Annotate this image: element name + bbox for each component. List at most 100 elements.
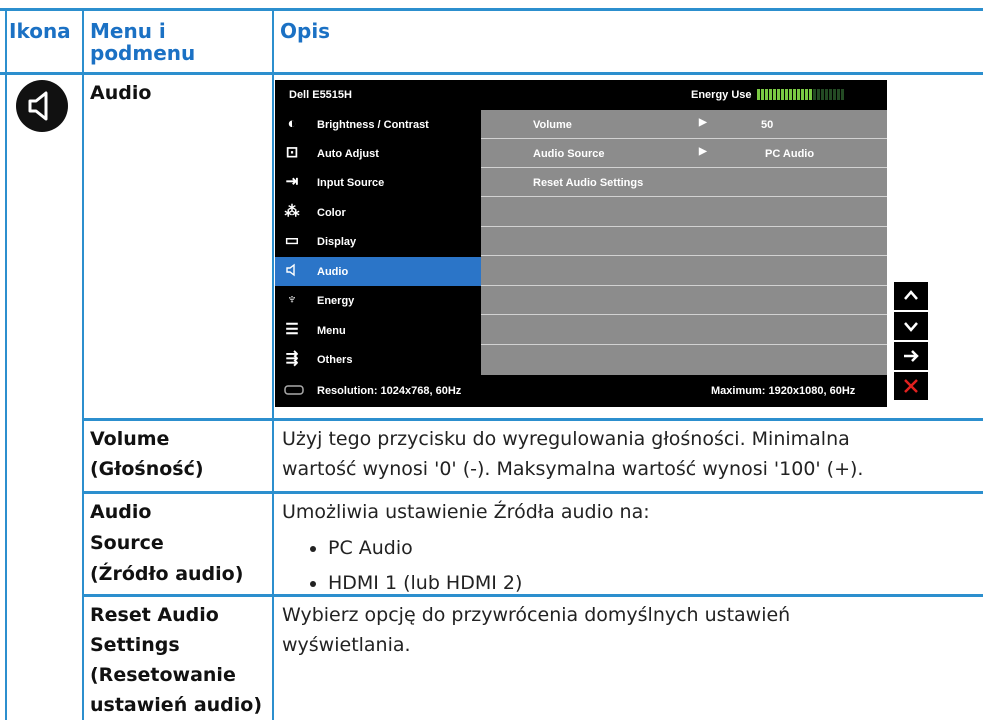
submenu-volume[interactable]: Volume ▶ 50	[481, 110, 887, 139]
energy-segment	[781, 89, 784, 100]
color-icon: ⁂	[284, 203, 300, 220]
audio-source-description: Umożliwia ustawienie Źródła audio na: PC…	[282, 497, 982, 601]
submenu-value: 50	[761, 119, 774, 131]
right-arrow-icon[interactable]	[894, 342, 928, 370]
energy-segment	[837, 89, 840, 100]
desc-line: Użyj tego przycisku do wyregulowania gło…	[282, 428, 850, 450]
energy-segment	[805, 89, 808, 100]
label-line: Volume	[90, 428, 170, 450]
table-border	[0, 72, 983, 75]
energy-segment	[817, 89, 820, 100]
menu-item-color[interactable]: ⁂ Color	[275, 198, 481, 227]
menu-icon: ☰	[285, 321, 299, 338]
table-border	[0, 8, 983, 11]
label-line: Reset Audio	[90, 604, 219, 626]
menu-item-energy[interactable]: ♆ Energy	[275, 286, 481, 315]
list-item: HDMI 1 (lub HDMI 2)	[328, 566, 982, 601]
osd-header: Dell E5515H Energy Use	[275, 80, 887, 110]
submenu-empty-row	[481, 345, 887, 373]
table-border	[82, 418, 983, 421]
resolution-text: Resolution: 1024x768, 60Hz	[317, 385, 462, 397]
label-line: (Głośność)	[90, 458, 204, 480]
energy-segment	[801, 89, 804, 100]
energy-segment	[813, 89, 816, 100]
speaker-icon	[16, 80, 68, 132]
menu-item-label: Others	[317, 354, 353, 366]
play-arrow-icon: ▶	[699, 117, 707, 128]
volume-label: Volume (Głośność)	[90, 424, 270, 484]
desc-line: wyświetlania.	[282, 634, 411, 656]
play-arrow-icon: ▶	[699, 146, 707, 157]
table-border	[82, 491, 983, 494]
connector-icon	[283, 383, 305, 400]
desc-line: wartość wynosi '0' (-). Maksymalna warto…	[282, 458, 864, 480]
volume-description: Użyj tego przycisku do wyregulowania gło…	[282, 424, 982, 484]
list-item: PC Audio	[328, 531, 982, 566]
label-line: ustawień audio)	[90, 694, 263, 716]
menu-item-label: Color	[317, 207, 346, 219]
energy-segment	[797, 89, 800, 100]
menu-item-label: Auto Adjust	[317, 148, 379, 160]
submenu-reset-audio[interactable]: Reset Audio Settings	[481, 168, 887, 197]
desc-line: Umożliwia ustawienie Źródła audio na:	[282, 501, 650, 523]
maximum-resolution-text: Maximum: 1920x1080, 60Hz	[711, 385, 856, 397]
energy-segment	[761, 89, 764, 100]
menu-item-others[interactable]: ⇶ Others	[275, 345, 481, 374]
menu-item-audio[interactable]: Audio	[275, 257, 481, 286]
audio-source-options: PC Audio HDMI 1 (lub HDMI 2)	[282, 531, 982, 601]
energy-segment	[757, 89, 760, 100]
energy-segment	[809, 89, 812, 100]
energy-segment	[773, 89, 776, 100]
label-line: (Resetowanie	[90, 664, 236, 686]
osd-footer: Resolution: 1024x768, 60Hz Maximum: 1920…	[275, 375, 887, 407]
energy-segment	[821, 89, 824, 100]
menu-item-input-source[interactable]: ⇥ Input Source	[275, 168, 481, 197]
submenu-audio-source[interactable]: Audio Source ▶ PC Audio	[481, 139, 887, 168]
reset-audio-label: Reset Audio Settings (Resetowanie ustawi…	[90, 600, 275, 720]
osd-submenu: Volume ▶ 50 Audio Source ▶ PC Audio Rese…	[481, 110, 887, 375]
submenu-empty-row	[481, 286, 887, 315]
menu-item-auto-adjust[interactable]: ⊡ Auto Adjust	[275, 139, 481, 168]
submenu-empty-row	[481, 198, 887, 227]
osd-menu: Dell E5515H Energy Use ◐ Brightness / Co…	[275, 80, 887, 407]
osd-energy-label: Energy Use	[691, 89, 752, 101]
submenu-empty-row	[481, 257, 887, 286]
energy-segment	[777, 89, 780, 100]
menu-item-label: Input Source	[317, 177, 385, 189]
down-icon[interactable]	[894, 312, 928, 340]
menu-item-brightness-contrast[interactable]: ◐ Brightness / Contrast	[275, 110, 481, 139]
submenu-empty-row	[481, 316, 887, 345]
table-border	[82, 8, 84, 720]
submenu-label: Volume	[533, 119, 572, 131]
close-icon[interactable]	[894, 372, 928, 400]
energy-segment	[833, 89, 836, 100]
menu-item-label: Audio	[317, 266, 349, 278]
energy-segment	[829, 89, 832, 100]
label-line: (Źródło audio)	[90, 563, 244, 585]
energy-segment	[789, 89, 792, 100]
up-icon[interactable]	[894, 282, 928, 310]
audio-source-label: Audio Source (Źródło audio)	[90, 497, 270, 590]
label-line: Audio	[90, 501, 152, 523]
desc-line: Wybierz opcję do przywrócenia domyślnych…	[282, 604, 791, 626]
energy-segment	[785, 89, 788, 100]
label-line: Source	[90, 532, 164, 554]
input-source-icon: ⇥	[285, 173, 299, 190]
energy-icon: ♆	[286, 291, 298, 308]
reset-audio-description: Wybierz opcję do przywrócenia domyślnych…	[282, 600, 982, 660]
display-icon: ▭	[284, 232, 300, 249]
energy-meter	[757, 89, 844, 100]
table-border	[5, 8, 7, 720]
submenu-value: PC Audio	[765, 148, 815, 160]
header-icon: Ikona	[9, 19, 71, 43]
submenu-label: Reset Audio Settings	[533, 177, 644, 189]
menu-item-label: Brightness / Contrast	[317, 119, 429, 131]
header-menu: Menu i podmenu	[90, 19, 196, 65]
audio-menu-label: Audio	[90, 82, 152, 104]
label-line: Settings	[90, 634, 180, 656]
menu-item-display[interactable]: ▭ Display	[275, 227, 481, 256]
menu-item-menu[interactable]: ☰ Menu	[275, 316, 481, 345]
energy-segment	[793, 89, 796, 100]
energy-segment	[841, 89, 844, 100]
menu-item-label: Energy	[317, 295, 355, 307]
